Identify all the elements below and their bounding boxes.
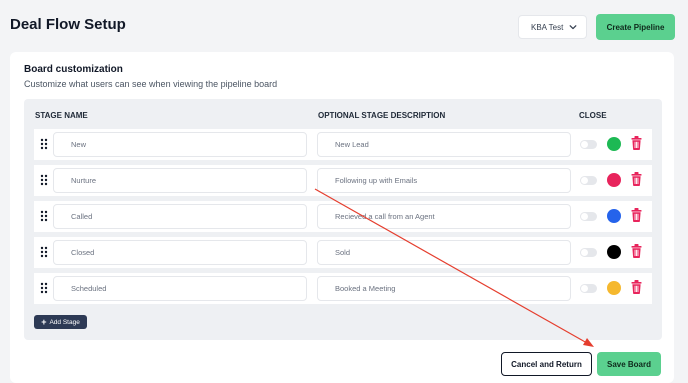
- drag-handle-icon[interactable]: [40, 246, 48, 258]
- trash-icon[interactable]: [631, 244, 642, 258]
- create-pipeline-button[interactable]: Create Pipeline: [596, 14, 675, 40]
- close-toggle[interactable]: [580, 284, 597, 293]
- add-stage-button[interactable]: + Add Stage: [34, 315, 87, 329]
- page-title: Deal Flow Setup: [10, 16, 126, 33]
- stage-description-input[interactable]: Booked a Meeting: [317, 276, 571, 301]
- stage-description-input[interactable]: New Lead: [317, 132, 571, 157]
- close-toggle[interactable]: [580, 176, 597, 185]
- stage-color-swatch[interactable]: [607, 245, 621, 259]
- close-toggle[interactable]: [580, 248, 597, 257]
- card-title: Board customization: [24, 64, 123, 75]
- plus-icon: +: [41, 316, 47, 327]
- stages-panel: STAGE NAME OPTIONAL STAGE DESCRIPTION CL…: [24, 99, 662, 340]
- stage-row: Nurture Following up with Emails: [34, 165, 652, 196]
- board-select-value: KBA Test: [531, 22, 564, 32]
- drag-handle-icon[interactable]: [40, 174, 48, 186]
- board-select[interactable]: KBA Test: [518, 15, 587, 39]
- save-board-button[interactable]: Save Board: [597, 352, 661, 376]
- drag-handle-icon[interactable]: [40, 138, 48, 150]
- stage-row: New New Lead: [34, 129, 652, 160]
- stage-name-input[interactable]: Scheduled: [53, 276, 307, 301]
- trash-icon[interactable]: [631, 208, 642, 222]
- close-toggle[interactable]: [580, 212, 597, 221]
- column-header-description: OPTIONAL STAGE DESCRIPTION: [318, 111, 446, 120]
- column-header-stage-name: STAGE NAME: [35, 111, 88, 120]
- stage-color-swatch[interactable]: [607, 281, 621, 295]
- drag-handle-icon[interactable]: [40, 282, 48, 294]
- close-toggle[interactable]: [580, 140, 597, 149]
- stage-row: Closed Sold: [34, 237, 652, 268]
- stage-row: Called Recieved a call from an Agent: [34, 201, 652, 232]
- board-customization-card: Board customization Customize what users…: [10, 52, 674, 383]
- stage-name-input[interactable]: Closed: [53, 240, 307, 265]
- stage-description-input[interactable]: Recieved a call from an Agent: [317, 204, 571, 229]
- trash-icon[interactable]: [631, 136, 642, 150]
- chevron-down-icon: [569, 25, 577, 30]
- stage-name-input[interactable]: Nurture: [53, 168, 307, 193]
- stage-color-swatch[interactable]: [607, 173, 621, 187]
- stage-name-input[interactable]: New: [53, 132, 307, 157]
- stage-color-swatch[interactable]: [607, 209, 621, 223]
- trash-icon[interactable]: [631, 172, 642, 186]
- stage-description-input[interactable]: Sold: [317, 240, 571, 265]
- card-subtitle: Customize what users can see when viewin…: [24, 79, 278, 89]
- column-header-close: CLOSE: [579, 111, 607, 120]
- stage-color-swatch[interactable]: [607, 137, 621, 151]
- top-bar: Deal Flow Setup KBA Test Create Pipeline: [0, 0, 688, 52]
- stage-name-input[interactable]: Called: [53, 204, 307, 229]
- cancel-and-return-button[interactable]: Cancel and Return: [501, 352, 592, 376]
- drag-handle-icon[interactable]: [40, 210, 48, 222]
- stage-row: Scheduled Booked a Meeting: [34, 273, 652, 304]
- stage-description-input[interactable]: Following up with Emails: [317, 168, 571, 193]
- add-stage-label: Add Stage: [49, 318, 80, 326]
- trash-icon[interactable]: [631, 280, 642, 294]
